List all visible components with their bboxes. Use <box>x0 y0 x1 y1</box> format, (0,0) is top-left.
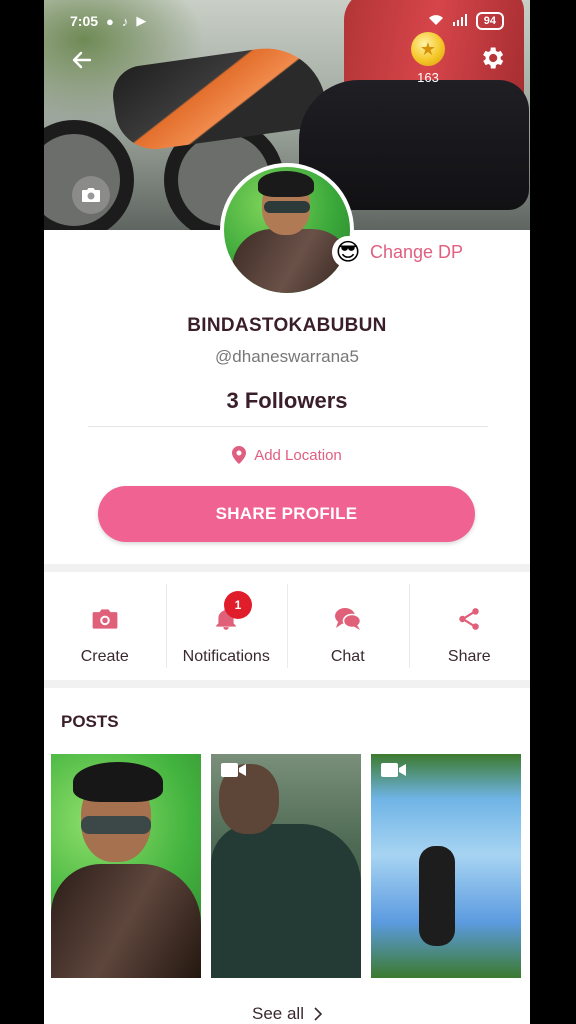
share-profile-button[interactable]: SHARE PROFILE <box>98 486 475 542</box>
share-icon <box>454 604 484 634</box>
notification-dot-icon: ● <box>106 13 114 29</box>
share-label: Share <box>447 648 491 665</box>
notifications-button[interactable]: Notifications <box>165 572 288 680</box>
notification-badge: 1 <box>224 591 252 619</box>
action-bar: Create Notifications Chat Share 1 <box>44 572 530 680</box>
back-button[interactable] <box>64 44 100 76</box>
post-thumbnail[interactable] <box>371 754 521 978</box>
chat-icon <box>333 604 363 634</box>
location-pin-icon <box>232 446 247 464</box>
arrow-left-icon <box>72 51 92 69</box>
cover-image-detail <box>109 40 329 155</box>
post-thumbnail[interactable] <box>51 754 201 978</box>
coin-count: 163 <box>417 70 439 85</box>
video-camera-icon <box>381 763 406 777</box>
coin-icon[interactable]: ★ <box>411 32 445 66</box>
avatar-image-detail <box>258 171 314 197</box>
camera-icon <box>90 604 120 634</box>
gear-icon <box>483 47 504 69</box>
status-bar: 7:05 ● ♪ ▶ 94 <box>44 8 530 34</box>
post-thumbnail[interactable] <box>211 754 361 978</box>
chat-button[interactable]: Chat <box>287 572 409 680</box>
settings-button[interactable] <box>476 42 508 74</box>
notifications-label: Notifications <box>182 648 270 665</box>
battery-indicator: 94 <box>475 12 504 30</box>
camera-icon <box>82 188 100 202</box>
chat-label: Chat <box>330 648 365 665</box>
divider <box>88 426 488 427</box>
avatar-image-detail <box>264 201 310 213</box>
create-button[interactable]: Create <box>44 572 166 680</box>
video-camera-icon <box>221 763 246 777</box>
followers-count[interactable]: 3 Followers <box>44 388 530 414</box>
add-location-label: Add Location <box>254 446 342 464</box>
post-image-detail <box>51 864 201 978</box>
status-time: 7:05 <box>70 13 99 29</box>
wifi-icon <box>428 14 444 29</box>
username: BINDASTOKABUBUN <box>187 315 387 336</box>
posts-title: POSTS <box>61 712 119 731</box>
add-location-button[interactable]: Add Location <box>44 446 530 464</box>
share-button[interactable]: Share <box>408 572 531 680</box>
tiktok-icon: ♪ <box>121 13 129 29</box>
see-all-label: See all <box>252 1004 304 1023</box>
signal-icon <box>452 13 468 29</box>
change-dp-button[interactable]: 😎 Change DP <box>332 235 463 269</box>
change-cover-button[interactable] <box>72 176 110 214</box>
change-dp-label: Change DP <box>370 241 464 262</box>
user-handle: @dhaneswarrana5 <box>215 347 359 366</box>
see-all-button[interactable]: See all <box>44 1004 530 1024</box>
profile-screen: 7:05 ● ♪ ▶ 94 ★ 163 😎 Change DP BINDASTO… <box>44 0 530 1024</box>
post-image-detail <box>211 824 361 978</box>
posts-section: POSTS See all <box>44 688 530 1024</box>
post-image-detail <box>419 846 455 946</box>
youtube-icon: ▶ <box>136 13 147 28</box>
sunglasses-emoji-icon: 😎 <box>332 236 364 268</box>
avatar[interactable] <box>220 163 354 297</box>
create-label: Create <box>80 648 129 665</box>
chevron-right-icon <box>314 1007 322 1021</box>
post-image-detail <box>73 762 163 802</box>
post-image-detail <box>81 816 151 834</box>
